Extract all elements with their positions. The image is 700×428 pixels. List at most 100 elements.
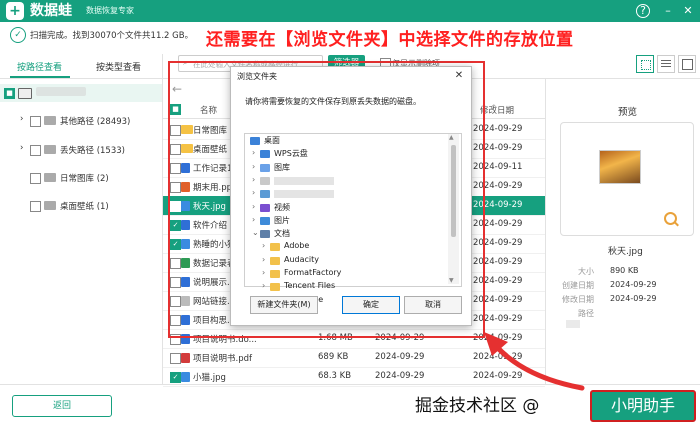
docs-icon (260, 230, 270, 239)
folder-icon (44, 116, 56, 125)
row-name: 小猫.jpg (193, 373, 226, 383)
row-size: 689 KB (318, 352, 349, 362)
meta-key-path: 路径 (578, 309, 594, 318)
folder-tree-item[interactable] (274, 190, 334, 199)
tree-root-label (36, 87, 86, 96)
annotation-text: 还需要在【浏览文件夹】中选择文件的存放位置 (206, 30, 574, 50)
list-view-icon[interactable] (657, 55, 675, 73)
recover-button[interactable]: 小明助手 (590, 390, 696, 422)
dialog-title: 浏览文件夹 (237, 72, 277, 81)
back-button[interactable]: 返回 (12, 395, 112, 417)
meta-key-size: 大小 (578, 267, 594, 276)
row-date: 2024-09-29 (375, 352, 425, 362)
row-checkbox[interactable] (170, 353, 181, 364)
user-icon (260, 176, 270, 185)
help-icon[interactable]: ? (636, 4, 650, 18)
chevron-right-icon[interactable]: › (252, 148, 255, 157)
meta-value-size: 890 KB (610, 266, 639, 275)
folder-tree-item[interactable]: Tencent Files (284, 281, 335, 290)
new-folder-button[interactable]: 新建文件夹(M) (250, 296, 318, 314)
row-size: 68.3 KB (318, 371, 352, 381)
folder-icon (270, 283, 280, 292)
scroll-down-icon[interactable]: ▼ (449, 277, 454, 284)
scan-status-text: 扫描完成。找到30070个文件共11.2 GB。 (30, 31, 194, 41)
tree-item-other-paths[interactable]: 其他路径 (28493) (60, 115, 130, 127)
chevron-right-icon[interactable]: › (262, 255, 265, 264)
preview-image (599, 150, 641, 184)
lib-icon (260, 163, 270, 172)
preview-title: 预览 (618, 107, 638, 118)
folder-icon (270, 256, 280, 265)
folder-tree-item[interactable]: 图片 (274, 215, 290, 226)
ok-button[interactable]: 确定 (342, 296, 400, 314)
app-subtitle: 数据恢复专家 (86, 6, 134, 15)
folder-tree-item[interactable]: FormatFactory (284, 268, 341, 277)
tab-by-path[interactable]: 按路径查看 (17, 60, 62, 73)
folder-tree-item[interactable]: Adobe (284, 241, 309, 250)
cloud-icon (260, 150, 270, 159)
folder-icon (44, 173, 56, 182)
video-icon (260, 203, 270, 212)
app-logo-icon: + (6, 2, 24, 20)
tab-divider (0, 78, 162, 79)
tree-item-checkbox[interactable] (30, 201, 41, 212)
meta-key-created: 创建日期 (562, 281, 594, 290)
folder-tree-item[interactable]: WPS云盘 (274, 148, 308, 159)
folder-icon (44, 145, 56, 154)
pic-icon (260, 216, 270, 225)
column-header-date[interactable]: 修改日期 (480, 104, 514, 116)
grid-view-icon[interactable] (636, 55, 654, 73)
folder-tree-item[interactable]: Audacity (284, 255, 319, 264)
chevron-right-icon[interactable]: › (252, 215, 255, 224)
chevron-down-icon[interactable]: ⌄ (252, 228, 259, 237)
dialog-close-icon[interactable]: ✕ (451, 68, 467, 84)
bottom-divider (0, 384, 700, 385)
tree-item-checkbox[interactable] (30, 145, 41, 156)
chevron-right-icon[interactable]: › (252, 202, 255, 211)
folder-tree-item[interactable]: 桌面 (264, 135, 280, 146)
folder-icon (270, 270, 280, 278)
tree-item-daily-gallery[interactable]: 日常图库 (2) (60, 172, 109, 184)
folder-tree-item[interactable]: 图库 (274, 162, 290, 173)
detail-view-icon[interactable] (678, 55, 696, 73)
scroll-up-icon[interactable]: ▲ (449, 134, 454, 141)
chevron-right-icon[interactable]: › (252, 162, 255, 171)
tree-item-checkbox[interactable] (30, 173, 41, 184)
folder-tree-item[interactable]: 文档 (274, 228, 290, 239)
scrollbar-thumb[interactable] (451, 145, 456, 237)
row-date: 2024-09-29 (375, 371, 425, 381)
preview-filename: 秋天.jpg (608, 247, 643, 257)
app-name: 数据蛙 (30, 3, 72, 19)
meta-value-modified: 2024-09-29 (610, 294, 657, 303)
desktop-icon (250, 137, 260, 145)
chevron-right-icon[interactable]: › (20, 114, 23, 124)
close-icon[interactable]: ✕ (680, 3, 696, 19)
meta-key-modified: 修改日期 (562, 295, 594, 304)
dialog-prompt: 请你将需要恢复的文件保存到原丢失数据的磁盘。 (245, 97, 421, 106)
chevron-right-icon[interactable]: › (262, 268, 265, 277)
pdf-icon (181, 353, 190, 363)
chevron-right-icon[interactable]: › (262, 241, 265, 250)
pc-icon (260, 190, 270, 199)
row-name: 项目说明书.pdf (193, 354, 252, 364)
chevron-right-icon[interactable]: › (262, 281, 265, 290)
scan-complete-icon: ✓ (10, 27, 26, 43)
minimize-icon[interactable]: – (660, 3, 676, 19)
chevron-right-icon[interactable]: › (252, 175, 255, 184)
img-icon (181, 372, 190, 382)
meta-value-created: 2024-09-29 (610, 280, 657, 289)
folder-icon (44, 201, 56, 210)
chevron-right-icon[interactable]: › (20, 143, 23, 153)
annotation-arrow-icon (484, 332, 585, 391)
folder-icon (270, 243, 280, 252)
cancel-button[interactable]: 取消 (404, 296, 462, 314)
folder-tree-item[interactable] (274, 176, 334, 185)
tree-item-checkbox[interactable] (30, 116, 41, 127)
tree-item-desktop-wallpaper[interactable]: 桌面壁纸 (1) (60, 200, 109, 212)
folder-tree-item[interactable]: 视频 (274, 202, 290, 213)
row-checkbox[interactable]: ✓ (170, 372, 181, 383)
chevron-right-icon[interactable]: › (252, 188, 255, 197)
tree-root-checkbox[interactable]: ■ (4, 88, 15, 99)
tree-item-lost-paths[interactable]: 丢失路径 (1533) (60, 144, 125, 156)
tab-by-type[interactable]: 按类型查看 (96, 60, 141, 73)
